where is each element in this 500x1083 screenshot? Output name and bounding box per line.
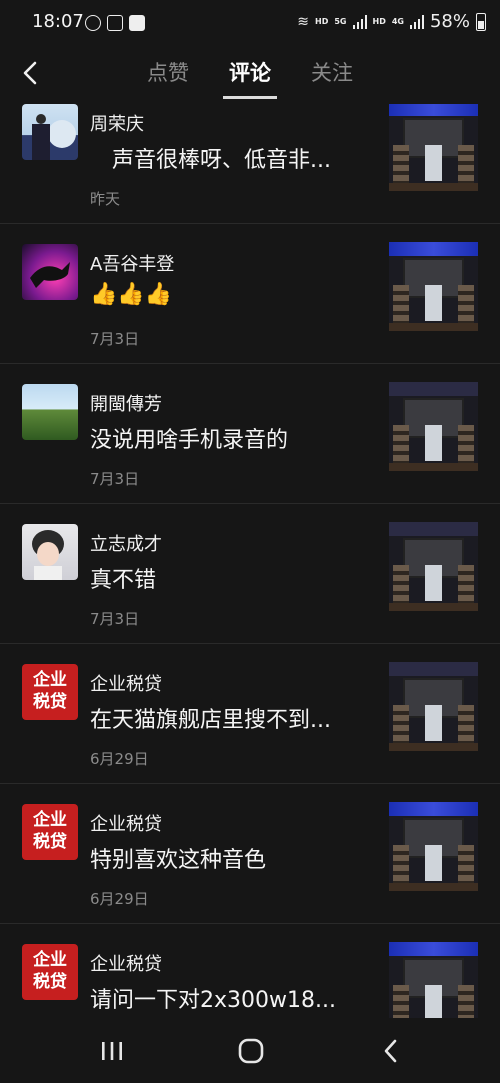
comment-text: 没说用啥手机录音的 [90,428,289,453]
avatar[interactable] [22,104,78,160]
status-bar: 18:07 ≋ HD 5G HD 4G 58% [0,0,500,48]
thumbs-up-icon: 👍 [144,282,173,307]
signal-icon-2 [409,14,424,29]
list-item[interactable]: 開閩傳芳 没说用啥手机录音的 7月3日 [0,364,500,504]
list-item[interactable]: 企业 税贷 企业税贷 在天猫旗舰店里搜不到... 6月29日 [0,644,500,784]
avatar-badge-line2: 税贷 [33,692,67,712]
comment-date: 昨天 [90,190,121,208]
recent-apps-icon [102,1042,122,1060]
comment-date: 7月3日 [90,330,140,348]
network-4g-label: 4G [391,17,404,26]
avatar-badge-line2: 税贷 [33,832,67,852]
home-icon [238,1038,264,1064]
list-item[interactable]: 企业 税贷 企业税贷 特别喜欢这种音色 6月29日 [0,784,500,924]
system-nav-bar [0,1018,500,1083]
video-thumbnail[interactable] [389,802,478,891]
video-thumbnail[interactable] [389,522,478,611]
comment-date: 7月3日 [90,610,140,628]
battery-icon [476,12,486,31]
status-time: 18:07 [32,11,84,32]
thumbs-up-icon: 👍 [90,282,118,307]
hd-label-1: HD [315,17,329,26]
list-item[interactable]: 立志成才 真不错 7月3日 [0,504,500,644]
hd-label-2: HD [372,17,386,26]
list-item[interactable]: 企业 税贷 企业税贷 请问一下对2x300w18... [0,924,500,1018]
network-5g-label: 5G [334,17,347,26]
list-item[interactable]: 周荣庆 声音很棒呀、低音非... 昨天 [0,104,500,224]
media-icon [107,15,123,31]
avatar[interactable]: 企业 税贷 [22,804,78,860]
avatar[interactable]: 企业 税贷 [22,944,78,1000]
thumbs-up-icon: 👍 [117,282,145,307]
nav-back-button[interactable] [376,1036,406,1066]
avatar-badge-line1: 企业 [33,950,67,970]
recent-apps-button[interactable] [97,1036,127,1066]
comment-text: 声音很棒呀、低音非... [90,148,331,173]
video-thumbnail[interactable] [389,382,478,471]
video-thumbnail[interactable] [389,242,478,331]
check-icon [129,15,145,31]
avatar-badge-line1: 企业 [33,810,67,830]
avatar-badge-line2: 税贷 [33,972,67,992]
comment-date: 6月29日 [90,890,149,908]
avatar[interactable] [22,524,78,580]
comment-text: 在天猫旗舰店里搜不到... [90,708,331,733]
tab-bar: 点赞 评论 关注 [0,48,500,104]
avatar[interactable] [22,384,78,440]
comment-author[interactable]: 企业税贷 [90,950,162,976]
avatar-badge-line1: 企业 [33,670,67,690]
battery-percent: 58% [429,11,470,32]
signal-icon-1 [352,14,367,29]
list-item[interactable]: A吾谷丰登 👍👍👍 7月3日 [0,224,500,364]
comment-list: 周荣庆 声音很棒呀、低音非... 昨天 A吾谷丰登 👍👍👍 7月3日 開閩傳芳 … [0,104,500,1018]
idm-icon [85,15,101,31]
video-thumbnail[interactable] [389,942,478,1018]
back-icon [384,1039,397,1063]
avatar[interactable]: 企业 税贷 [22,664,78,720]
comment-date: 7月3日 [90,470,140,488]
comment-author[interactable]: 企业税贷 [90,810,162,836]
comment-author[interactable]: 開閩傳芳 [90,390,162,416]
video-thumbnail[interactable] [389,104,478,191]
wifi-icon: ≋ [297,13,310,30]
comment-text: 👍👍👍 [90,282,370,307]
video-thumbnail[interactable] [389,662,478,751]
comment-text: 特别喜欢这种音色 [90,848,267,873]
status-right: ≋ HD 5G HD 4G 58% [297,11,486,32]
comment-author[interactable]: 立志成才 [90,530,162,556]
comment-author[interactable]: A吾谷丰登 [90,250,174,276]
header: 点赞 评论 关注 [0,48,500,104]
tab-likes[interactable]: 点赞 [147,48,189,104]
home-button[interactable] [236,1036,266,1066]
comment-date: 6月29日 [90,750,149,768]
comment-author[interactable]: 周荣庆 [90,110,144,136]
tab-follows[interactable]: 关注 [311,48,353,104]
comment-author[interactable]: 企业税贷 [90,670,162,696]
avatar[interactable] [22,244,78,300]
comment-text: 真不错 [90,568,157,593]
comment-text: 请问一下对2x300w18... [90,988,336,1013]
tab-comments[interactable]: 评论 [223,48,277,104]
